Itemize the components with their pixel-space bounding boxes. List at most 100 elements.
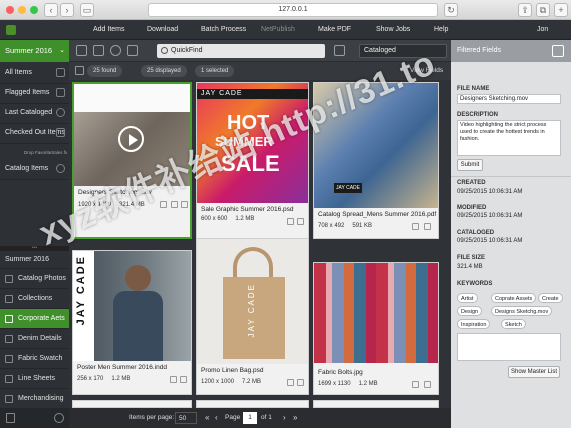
keyword-chip[interactable]: Designs Sketchg.mov [491, 306, 553, 316]
fabric-thumbnail [314, 263, 438, 363]
help-menu[interactable]: Help [434, 20, 448, 40]
flag-icon[interactable] [170, 376, 177, 383]
asset-card-partial[interactable] [313, 400, 439, 408]
show-master-list-button[interactable]: Show Master List [508, 366, 560, 378]
edit-icon[interactable] [297, 379, 304, 386]
keyword-chip[interactable]: Design [457, 306, 483, 316]
asset-name: Sale Graphic Summer 2016.psd [201, 206, 294, 213]
next-page-icon[interactable]: › [283, 408, 286, 428]
filename-field[interactable]: Designers Sketching.mov [457, 94, 561, 104]
edit-icon[interactable] [181, 201, 188, 208]
asset-card[interactable]: JAY CADE HOT SUMMER SALE Sale Graphic Su… [196, 82, 309, 239]
collections-header[interactable]: Summer 2016 [0, 251, 69, 269]
asset-card[interactable]: JAY CADE Catalog Spread_Mens Summer 2016… [313, 82, 439, 239]
user-menu[interactable]: Jon [537, 20, 548, 40]
asset-card[interactable]: Fabric Bolts.jpg 1699 x 1130 1.2 MB [313, 262, 439, 395]
asset-card[interactable]: JAY CADE Poster Men Summer 2016.indd 256… [72, 250, 192, 395]
advanced-search-icon[interactable] [334, 45, 345, 56]
sidebar-item-last-cataloged[interactable]: Last Cataloged [0, 102, 69, 124]
last-page-icon[interactable]: » [293, 408, 297, 428]
filename-label: FILE NAME [457, 86, 490, 92]
catalog-dropdown[interactable]: Cataloged [359, 44, 447, 58]
sidebar-item-all[interactable]: All Items [0, 62, 69, 84]
sidebar-item-catalog-items[interactable]: Catalog Items [0, 158, 69, 180]
collection-item[interactable]: Fabric Swatch [0, 349, 69, 369]
status-strip: 25 found 25 displayed 1 selected View Fi… [69, 62, 451, 80]
prev-page-icon[interactable]: ‹ [215, 408, 218, 428]
keyword-chip[interactable]: Inspiration [457, 319, 491, 329]
zoom-window-button[interactable] [30, 6, 38, 14]
settings-icon[interactable] [552, 45, 564, 57]
select-all-icon[interactable] [127, 45, 138, 56]
collection-item[interactable]: Collections [0, 289, 69, 309]
refresh-icon[interactable] [110, 45, 121, 56]
list-view-icon[interactable] [93, 45, 104, 56]
checkbox-icon[interactable] [5, 295, 13, 303]
flag-icon[interactable] [412, 381, 419, 388]
checkbox-icon[interactable] [5, 335, 13, 343]
per-page-select[interactable]: 50 [175, 412, 197, 424]
grid-view-icon[interactable] [76, 45, 87, 56]
batch-process-menu[interactable]: Batch Process [201, 20, 246, 40]
add-collection-icon[interactable] [54, 413, 64, 423]
flag-icon[interactable] [287, 379, 294, 386]
forward-icon[interactable]: › [60, 3, 74, 17]
play-icon[interactable] [118, 126, 144, 152]
netpublish-menu[interactable]: NetPublish [261, 20, 295, 40]
collection-item-selected[interactable]: Corporate Aets [0, 309, 69, 329]
filesize-label: FILE SIZE [457, 255, 486, 261]
keyword-chip[interactable]: Artist [457, 293, 478, 303]
flag-icon[interactable] [287, 218, 294, 225]
collection-item[interactable]: Catalog Photos [0, 269, 69, 289]
checkbox-icon[interactable] [5, 375, 13, 383]
sidebar-toggle-icon[interactable]: ▭ [80, 3, 94, 17]
edit-icon[interactable] [424, 223, 431, 230]
sidebar-item-flagged[interactable]: Flagged Items [0, 82, 69, 104]
new-tab-icon[interactable]: + [554, 3, 568, 17]
first-page-icon[interactable]: « [205, 408, 209, 428]
minimize-window-button[interactable] [18, 6, 26, 14]
edit-icon[interactable] [180, 376, 187, 383]
search-input[interactable]: QuickFind [157, 44, 325, 58]
collection-label: Catalog Photos [18, 275, 66, 282]
add-items-menu[interactable]: Add Items [93, 20, 125, 40]
checkbox-icon[interactable] [5, 395, 13, 403]
page-input[interactable]: 1 [243, 412, 257, 424]
keyword-chip[interactable]: Coprate Assets [491, 293, 537, 303]
flag-icon[interactable] [171, 201, 178, 208]
reload-icon[interactable]: ↻ [444, 3, 458, 17]
keyword-input[interactable] [457, 333, 561, 361]
collection-item[interactable]: Merchandising [0, 389, 69, 409]
download-menu[interactable]: Download [147, 20, 178, 40]
sidebar-item-checked-out[interactable]: Checked Out Items [0, 122, 69, 144]
asset-card-partial[interactable] [196, 400, 309, 408]
select-checkbox-icon[interactable] [75, 66, 84, 75]
checkbox-icon[interactable] [5, 275, 13, 283]
collection-item[interactable]: Line Sheets [0, 369, 69, 389]
close-window-button[interactable] [6, 6, 14, 14]
edit-icon[interactable] [424, 381, 431, 388]
catalog-selector[interactable]: Summer 2016 ⌄ [0, 40, 69, 62]
share-icon[interactable]: ⇪ [518, 3, 532, 17]
make-pdf-menu[interactable]: Make PDF [318, 20, 351, 40]
url-bar[interactable]: 127.0.0.1 [148, 3, 438, 17]
description-field[interactable]: Video highlighting the strict process us… [457, 120, 561, 156]
keyword-chip[interactable]: Sketch [501, 319, 526, 329]
submit-button[interactable]: Submit [457, 159, 483, 171]
edit-icon[interactable] [297, 218, 304, 225]
checkbox-icon[interactable] [5, 315, 13, 323]
collection-item[interactable]: Denim Details [0, 329, 69, 349]
trash-icon[interactable] [6, 413, 15, 423]
tabs-icon[interactable]: ⧉ [536, 3, 550, 17]
poster-thumbnail: JAY CADE [73, 251, 191, 361]
checkbox-icon[interactable] [5, 355, 13, 363]
asset-card-selected[interactable]: Designers Sketching.mov 1920 x 1080 321.4… [72, 82, 192, 239]
back-icon[interactable]: ‹ [44, 3, 58, 17]
flag-icon[interactable] [412, 223, 419, 230]
view-fields-link[interactable]: View Fields [410, 62, 443, 80]
asset-card[interactable]: JAY CADE Promo Linen Bag.psd 1200 x 1000… [196, 238, 309, 395]
asset-card-partial[interactable] [72, 400, 192, 408]
keyword-chip[interactable]: Create [538, 293, 563, 303]
asset-dimensions: 1200 x 1000 [201, 379, 235, 385]
show-jobs-menu[interactable]: Show Jobs [376, 20, 410, 40]
